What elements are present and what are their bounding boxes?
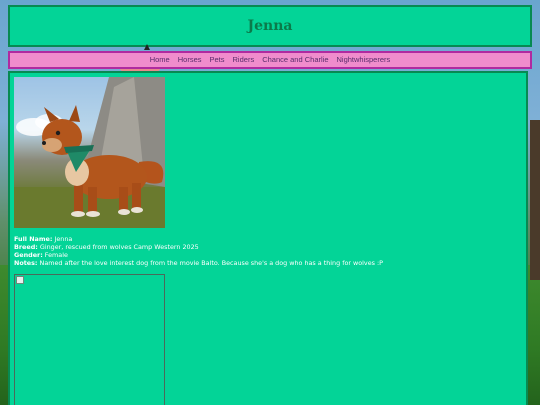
dog-photo: [14, 77, 165, 228]
broken-image-icon: [16, 276, 24, 284]
pin-icon: [144, 44, 150, 50]
broken-image-placeholder: [14, 274, 165, 405]
notes-value: Named after the love interest dog from t…: [39, 259, 384, 267]
gender-value: Female: [44, 251, 68, 259]
background-tree: [530, 120, 540, 280]
profile-gender-row: Gender: Female: [14, 251, 524, 259]
dog-illustration: [14, 77, 165, 228]
profile-notes-row: Notes: Named after the love interest dog…: [14, 259, 524, 267]
profile-details: Full Name: Jenna Breed: Ginger, rescued …: [14, 235, 524, 267]
breed-label: Breed:: [14, 243, 38, 251]
nav-link-horses[interactable]: Horses: [174, 53, 206, 67]
gender-label: Gender:: [14, 251, 43, 259]
breed-value: Ginger, rescued from wolves Camp Western…: [39, 243, 199, 251]
full-name-value: Jenna: [54, 235, 73, 243]
page-title: Jenna: [247, 18, 293, 34]
nav-link-riders[interactable]: Riders: [229, 53, 259, 67]
nav-link-chance-and-charlie[interactable]: Chance and Charlie: [258, 53, 332, 67]
nav-link-pets[interactable]: Pets: [206, 53, 229, 67]
nav-bar: Home Horses Pets Riders Chance and Charl…: [8, 51, 532, 69]
content-panel: Full Name: Jenna Breed: Ginger, rescued …: [8, 71, 528, 405]
profile-full-name-row: Full Name: Jenna: [14, 235, 524, 243]
nav-link-nightwhisperers[interactable]: Nightwhisperers: [333, 53, 395, 67]
nav-link-home[interactable]: Home: [146, 53, 174, 67]
full-name-label: Full Name:: [14, 235, 53, 243]
profile-breed-row: Breed: Ginger, rescued from wolves Camp …: [14, 243, 524, 251]
page-header: Jenna: [8, 5, 532, 47]
notes-label: Notes:: [14, 259, 38, 267]
